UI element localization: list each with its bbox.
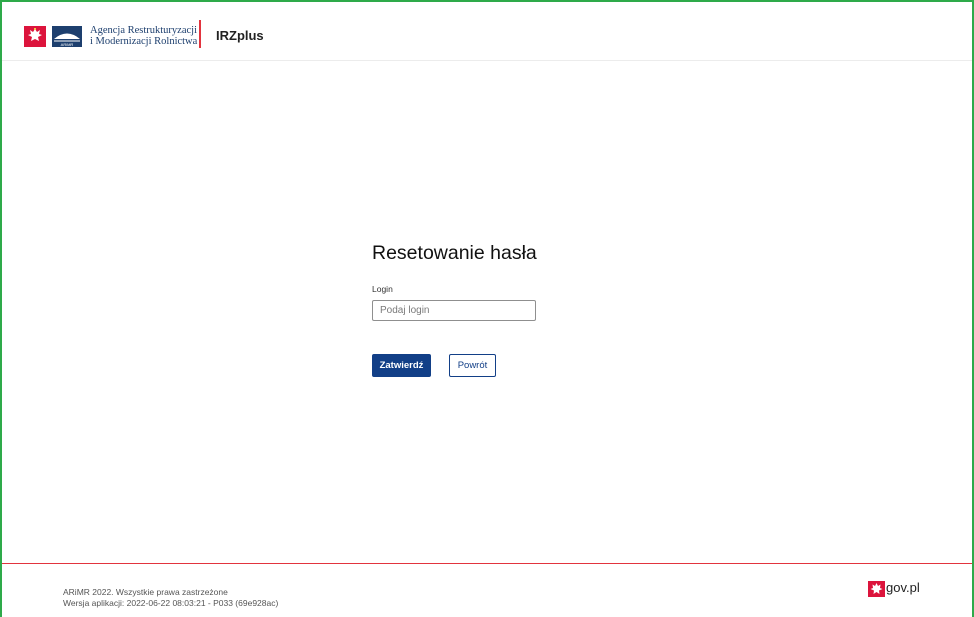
- version-text: Wersja aplikacji: 2022-06-22 08:03:21 - …: [63, 598, 279, 608]
- footer-divider: [2, 563, 972, 564]
- page-title: Resetowanie hasła: [372, 242, 537, 264]
- arimr-logo-text: ARiMR: [61, 42, 74, 47]
- arimr-logo-icon: ARiMR: [52, 26, 82, 52]
- header-divider: [199, 20, 201, 48]
- app-name[interactable]: IRZplus: [216, 28, 264, 43]
- header: ARiMR Agencja Restrukturyzacji i Moderni…: [2, 2, 972, 61]
- agency-name: Agencja Restrukturyzacji i Modernizacji …: [90, 25, 197, 47]
- footer-info: ARiMR 2022. Wszystkie prawa zastrzeżone …: [63, 587, 278, 609]
- gov-link[interactable]: gov.pl: [886, 580, 920, 595]
- gov-emblem-icon: [868, 581, 885, 602]
- submit-button[interactable]: Zatwierdź: [372, 354, 431, 377]
- back-button[interactable]: Powrót: [449, 354, 496, 377]
- login-input[interactable]: [372, 300, 536, 321]
- copyright-text: ARiMR 2022. Wszystkie prawa zastrzeżone: [63, 587, 228, 597]
- agency-name-line1: Agencja Restrukturyzacji: [90, 25, 197, 36]
- polish-emblem-icon: [24, 26, 46, 52]
- login-label: Login: [372, 284, 393, 294]
- agency-name-line2: i Modernizacji Rolnictwa: [90, 36, 198, 47]
- reset-password-form: Resetowanie hasła Login Zatwierdź Powrót: [372, 240, 632, 377]
